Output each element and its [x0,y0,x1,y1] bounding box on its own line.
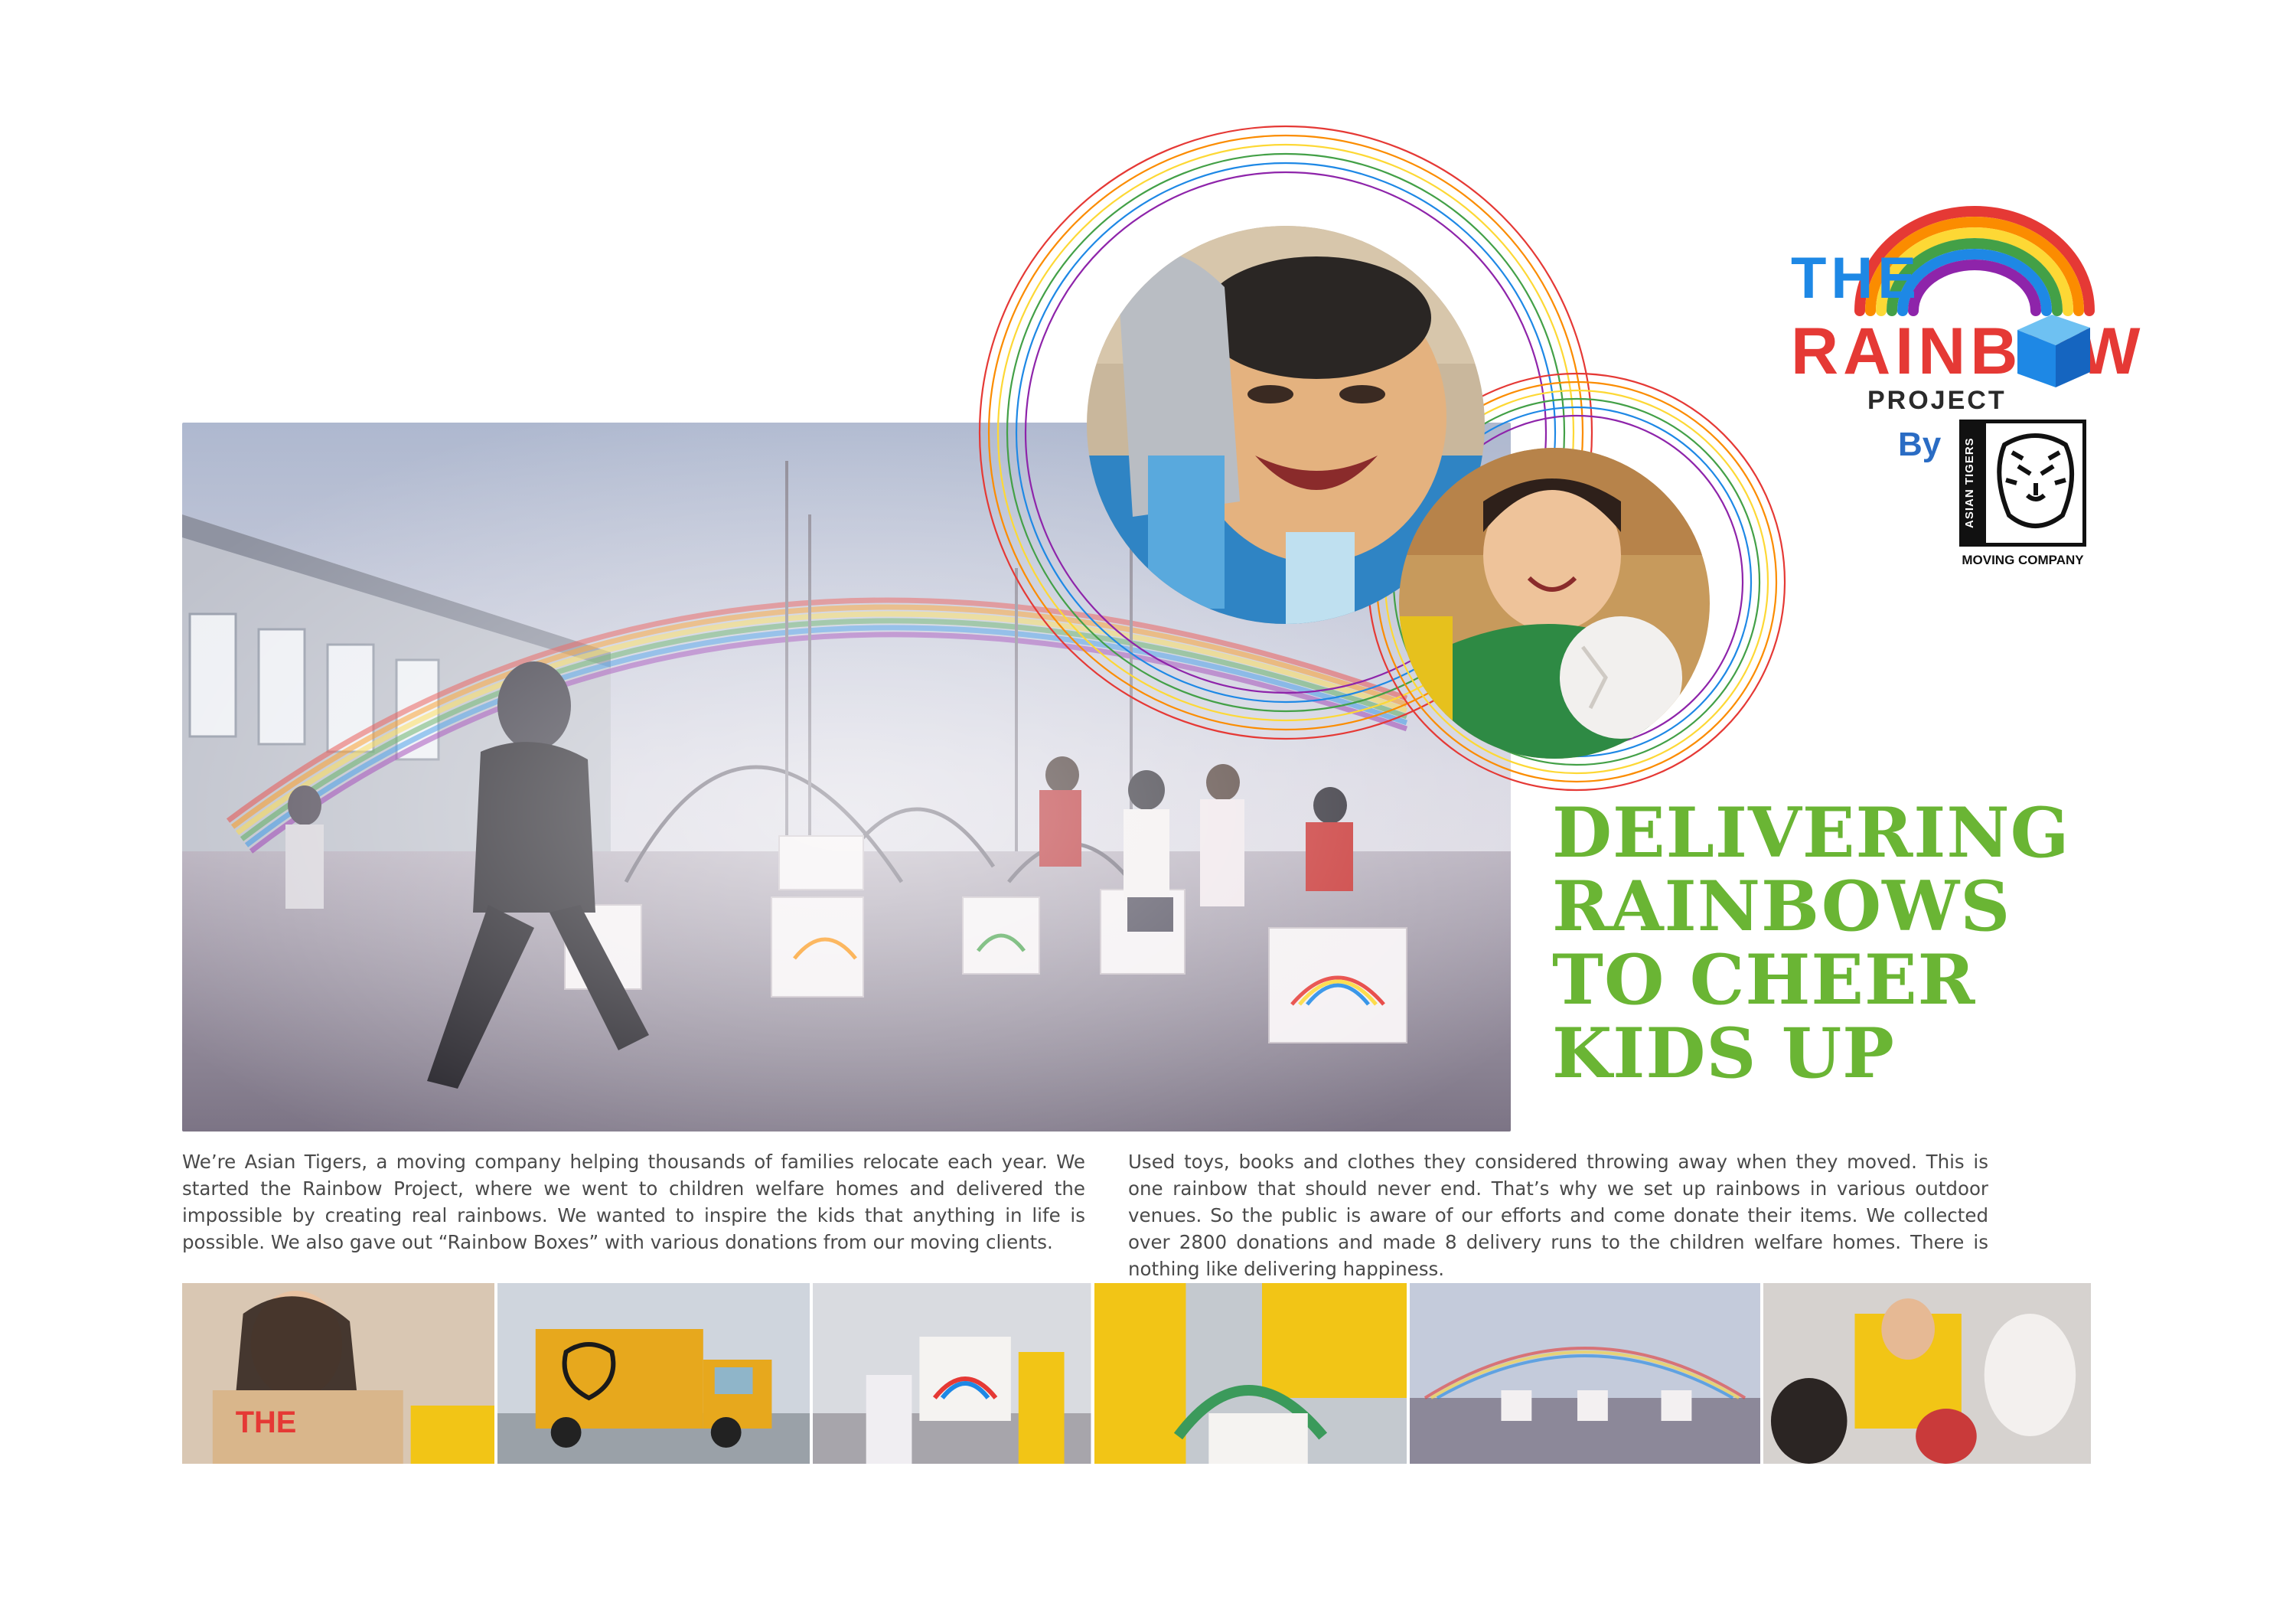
body-copy-left: We’re Asian Tigers, a moving company hel… [182,1151,1085,1253]
thumb-kids-and-boxes [813,1283,1091,1464]
logo-title-the-text: THE [1791,246,1921,311]
svg-text:THE: THE [236,1406,297,1439]
headline-line-4: KIDS UP [1552,1013,1895,1094]
thumb-volunteers-with-hoses [1094,1283,1407,1464]
thumb-kids-with-toys [1763,1283,2092,1464]
moving-company-label: MOVING COMPANY [1962,553,2084,567]
body-copy-right: Used toys, books and clothes they consid… [1128,1151,1988,1280]
asian-tigers-logo: ASIAN TIGERS [1959,420,2086,547]
logo-title-project: PROJECT [1867,386,2007,415]
logo-box-icon [2017,315,2090,387]
thumb-rainbow-mist [1409,1283,1760,1464]
thumb-moving-truck [497,1283,810,1464]
rainbow-project-logo: THE RAINBOW PROJECT By ASIAN TIGERS MOVI… [1783,196,2143,567]
headline-line-2: RAINBOWS [1552,866,2011,947]
photo-filmstrip: THE [182,1283,2092,1464]
tiger-head-icon [1997,433,2074,528]
headline-line-1: DELIVERING [1552,792,2070,874]
thumb-woman-with-rainbow-box: THE [182,1283,495,1464]
asian-tigers-brand-text: ASIAN TIGERS [1963,423,1986,543]
headline-line-3: TO CHEER [1552,939,1976,1020]
headline: DELIVERING RAINBOWS TO CHEER KIDS UP [1552,796,2134,1090]
logo-title-the: THE [1791,250,1921,308]
logo-by-text: By [1898,426,1942,463]
circle-photo-girl-with-ball [1399,448,1710,759]
